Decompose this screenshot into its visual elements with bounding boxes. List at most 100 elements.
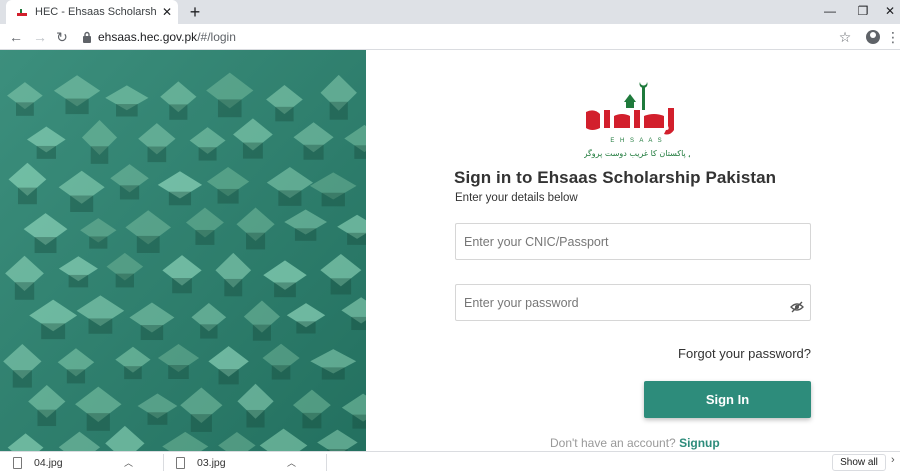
graduation-cap-base (86, 413, 110, 431)
graduation-cap-base (34, 237, 57, 254)
restore-button[interactable]: ❐ (848, 0, 878, 24)
graduation-cap-base (14, 282, 35, 300)
signup-prompt: Don't have an account? Signup (550, 436, 720, 450)
graduation-cap-base (294, 228, 317, 241)
graduation-cap-base (116, 104, 138, 117)
page-content: E H S A A S نئے پاکستان کا غریب دوست پرو… (0, 50, 900, 451)
close-window-button[interactable]: ✕ (875, 0, 900, 24)
graduation-cap-base (190, 414, 212, 432)
graduation-cap-base (302, 412, 322, 429)
hero-illustration (0, 50, 366, 451)
graduation-cap-base (195, 229, 215, 245)
download-item[interactable]: 04.jpg ︿ (13, 452, 133, 473)
graduation-cap-base (274, 282, 296, 298)
graduation-cap-base (147, 146, 167, 163)
graduation-cap-base (198, 147, 217, 161)
graduation-cap-base (90, 146, 109, 164)
tab-close-icon[interactable]: ✕ (162, 6, 172, 18)
ehsaas-logo: E H S A A S نئے پاکستان کا غریب دوست پرو… (584, 82, 690, 158)
graduation-cap-base (41, 323, 66, 340)
graduation-cap-base (172, 278, 192, 294)
logo-tagline: نئے پاکستان کا غریب دوست پروگرام (584, 148, 690, 158)
chevron-up-icon[interactable]: ︿ (124, 456, 133, 469)
chevron-up-icon[interactable]: ︿ (287, 456, 296, 469)
graduation-cap-base (217, 188, 239, 204)
new-tab-button[interactable]: + (185, 2, 205, 22)
graduation-cap-base (136, 235, 160, 253)
graduation-cap-base (321, 367, 345, 380)
graduation-caps-hero-image (0, 50, 366, 451)
graduation-cap-base (119, 185, 140, 200)
signup-link[interactable]: Signup (679, 436, 720, 450)
toggle-password-visibility-icon[interactable] (790, 301, 804, 313)
graduation-cap-base (354, 145, 366, 159)
graduation-cap-base (218, 369, 239, 385)
back-icon[interactable]: ← (6, 27, 26, 47)
graduation-cap-base (68, 274, 89, 288)
page-title: Sign in to Ehsaas Scholarship Pakistan (454, 168, 777, 187)
address-bar[interactable]: ehsaas.hec.gov.pk/#/login (78, 26, 858, 48)
graduation-cap-base (278, 190, 302, 206)
hec-favicon-icon (17, 9, 27, 16)
graduation-cap-base (169, 104, 188, 120)
graduation-cap-base (330, 278, 352, 295)
browser-menu-icon[interactable]: ⋮ (886, 27, 900, 47)
graduation-cap-base (246, 409, 265, 428)
graduation-cap-base (224, 278, 243, 297)
url-path: /#/login (197, 30, 236, 44)
graduation-cap-base (65, 98, 89, 115)
graduation-cap-base (352, 414, 366, 429)
download-filename: 04.jpg (34, 456, 63, 469)
graduation-cap-base (140, 325, 164, 341)
graduation-cap-base (70, 195, 94, 212)
graduation-cap-base (88, 318, 113, 334)
page-subtitle: Enter your details below (455, 192, 578, 204)
graduation-cap-base (296, 321, 316, 334)
graduation-cap-base (351, 316, 366, 331)
graduation-cap-base (246, 232, 266, 250)
chevron-right-icon[interactable]: › (891, 454, 895, 466)
password-input[interactable] (455, 284, 811, 321)
browser-toolbar: ← → ↻ ehsaas.hec.gov.pk/#/login ☆ ⋮ (0, 24, 900, 50)
download-filename: 03.jpg (197, 456, 226, 469)
no-account-text: Don't have an account? (550, 436, 676, 450)
graduation-cap-base (252, 324, 271, 341)
bookmark-star-icon[interactable]: ☆ (836, 27, 854, 47)
graduation-cap-base (17, 187, 37, 205)
file-icon (13, 456, 22, 469)
graduation-cap-base (321, 192, 345, 207)
cnic-input[interactable] (455, 223, 811, 260)
show-all-downloads-button[interactable]: Show all (832, 454, 886, 471)
graduation-cap-base (347, 232, 366, 245)
graduation-cap-base (66, 369, 86, 384)
tab-strip: HEC - Ehsaas Scholarship Pakistan ✕ + — … (0, 0, 900, 24)
graduation-cap-base (168, 365, 189, 379)
graduation-cap-base (37, 409, 57, 427)
minimize-button[interactable]: — (815, 0, 845, 24)
graduation-cap-base (200, 324, 218, 339)
forward-icon[interactable]: → (30, 27, 50, 47)
graduation-cap-base (115, 273, 134, 288)
url-host: ehsaas.hec.gov.pk (98, 30, 198, 44)
graduation-cap-base (329, 101, 348, 120)
lock-icon (83, 31, 91, 43)
tab-title: HEC - Ehsaas Scholarship Pakistan (35, 6, 156, 18)
file-icon (176, 456, 185, 469)
graduation-cap-base (275, 106, 294, 122)
forgot-password-link[interactable]: Forgot your password? (678, 346, 811, 361)
download-divider (163, 454, 164, 471)
download-item[interactable]: 03.jpg ︿ (176, 452, 296, 473)
profile-avatar-icon[interactable] (866, 30, 880, 44)
graduation-cap-base (147, 412, 168, 425)
download-divider (326, 454, 327, 471)
graduation-cap-base (271, 365, 291, 380)
graduation-cap-base (242, 142, 263, 159)
graduation-cap-base (168, 191, 192, 206)
logo-latin-text: E H S A A S (610, 138, 663, 144)
sign-in-button[interactable]: Sign In (644, 381, 811, 418)
graduation-cap-base (89, 236, 108, 249)
reload-icon[interactable]: ↻ (52, 27, 72, 47)
url-text: ehsaas.hec.gov.pk/#/login (98, 30, 236, 44)
browser-tab[interactable]: HEC - Ehsaas Scholarship Pakistan ✕ (6, 0, 178, 24)
graduation-cap-base (15, 102, 34, 116)
